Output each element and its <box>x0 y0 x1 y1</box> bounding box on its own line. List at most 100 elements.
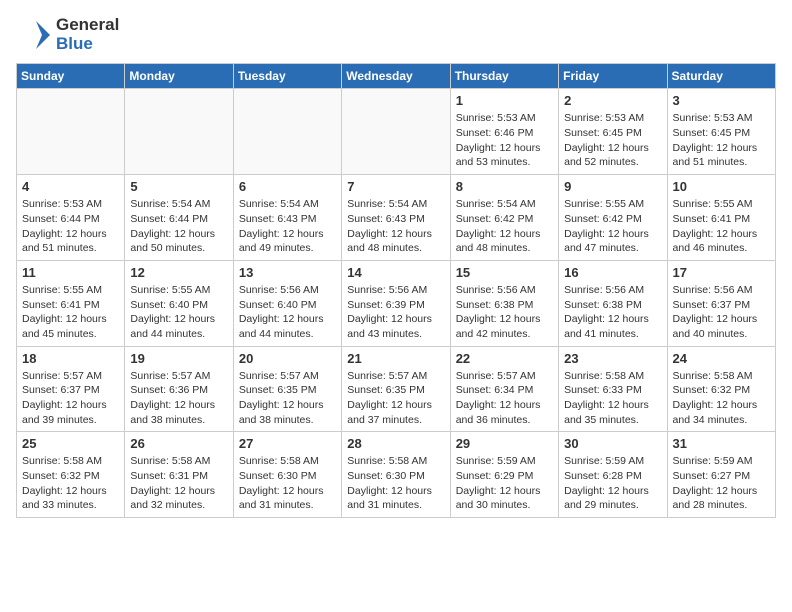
day-info: Sunrise: 5:55 AM Sunset: 6:42 PM Dayligh… <box>564 197 661 256</box>
calendar-cell: 8Sunrise: 5:54 AM Sunset: 6:42 PM Daylig… <box>450 175 558 261</box>
calendar-cell: 18 Sunrise: 5:57 AM Sunset: 6:37 PM Dayli… <box>17 346 125 432</box>
calendar-week-row: 4 Sunrise: 5:53 AM Sunset: 6:44 PM Daylig… <box>17 175 776 261</box>
day-number: 11 <box>22 265 119 280</box>
calendar-cell <box>125 89 233 175</box>
day-info: Sunrise: 5:57 AM Sunset: 6:37 PM Dayligh… <box>22 369 119 428</box>
day-number: 19 <box>130 351 227 366</box>
weekday-header-friday: Friday <box>559 64 667 89</box>
calendar-cell: 31 Sunrise: 5:59 AM Sunset: 6:27 PM Dayli… <box>667 432 775 518</box>
calendar-cell: 23 Sunrise: 5:58 AM Sunset: 6:33 PM Dayli… <box>559 346 667 432</box>
day-info: Sunrise: 5:59 AM Sunset: 6:29 PM Dayligh… <box>456 454 553 513</box>
day-number: 5 <box>130 179 227 194</box>
day-info: Sunrise: 5:59 AM Sunset: 6:27 PM Dayligh… <box>673 454 770 513</box>
calendar-cell: 6 Sunrise: 5:54 AM Sunset: 6:43 PM Daylig… <box>233 175 341 261</box>
calendar-cell <box>17 89 125 175</box>
calendar-week-row: 25 Sunrise: 5:58 AM Sunset: 6:32 PM Dayli… <box>17 432 776 518</box>
day-number: 22 <box>456 351 553 366</box>
day-number: 4 <box>22 179 119 194</box>
calendar-cell <box>233 89 341 175</box>
day-info: Sunrise: 5:56 AM Sunset: 6:39 PM Dayligh… <box>347 283 444 342</box>
calendar-cell: 14 Sunrise: 5:56 AM Sunset: 6:39 PM Dayli… <box>342 260 450 346</box>
weekday-header-saturday: Saturday <box>667 64 775 89</box>
calendar-cell: 12Sunrise: 5:55 AM Sunset: 6:40 PM Dayli… <box>125 260 233 346</box>
day-info: Sunrise: 5:56 AM Sunset: 6:40 PM Dayligh… <box>239 283 336 342</box>
day-number: 13 <box>239 265 336 280</box>
weekday-header-tuesday: Tuesday <box>233 64 341 89</box>
day-number: 18 <box>22 351 119 366</box>
day-number: 9 <box>564 179 661 194</box>
day-number: 16 <box>564 265 661 280</box>
day-number: 2 <box>564 93 661 108</box>
weekday-header-wednesday: Wednesday <box>342 64 450 89</box>
day-number: 24 <box>673 351 770 366</box>
calendar-cell: 26 Sunrise: 5:58 AM Sunset: 6:31 PM Dayli… <box>125 432 233 518</box>
logo-general-text: General <box>56 16 119 35</box>
day-number: 21 <box>347 351 444 366</box>
day-info: Sunrise: 5:57 AM Sunset: 6:35 PM Dayligh… <box>239 369 336 428</box>
day-info: Sunrise: 5:58 AM Sunset: 6:33 PM Dayligh… <box>564 369 661 428</box>
day-info: Sunrise: 5:54 AM Sunset: 6:44 PM Dayligh… <box>130 197 227 256</box>
day-info: Sunrise: 5:55 AM Sunset: 6:41 PM Dayligh… <box>673 197 770 256</box>
day-number: 10 <box>673 179 770 194</box>
day-number: 27 <box>239 436 336 451</box>
weekday-header-sunday: Sunday <box>17 64 125 89</box>
calendar-cell: 25 Sunrise: 5:58 AM Sunset: 6:32 PM Dayli… <box>17 432 125 518</box>
calendar-cell: 30Sunrise: 5:59 AM Sunset: 6:28 PM Dayli… <box>559 432 667 518</box>
day-number: 23 <box>564 351 661 366</box>
day-number: 25 <box>22 436 119 451</box>
day-info: Sunrise: 5:55 AM Sunset: 6:40 PM Dayligh… <box>130 283 227 342</box>
day-number: 3 <box>673 93 770 108</box>
logo-blue-text: Blue <box>56 35 119 54</box>
day-number: 31 <box>673 436 770 451</box>
day-info: Sunrise: 5:56 AM Sunset: 6:38 PM Dayligh… <box>564 283 661 342</box>
calendar-cell: 2 Sunrise: 5:53 AM Sunset: 6:45 PM Daylig… <box>559 89 667 175</box>
weekday-header-monday: Monday <box>125 64 233 89</box>
day-info: Sunrise: 5:53 AM Sunset: 6:46 PM Dayligh… <box>456 111 553 170</box>
day-number: 14 <box>347 265 444 280</box>
calendar-cell: 13 Sunrise: 5:56 AM Sunset: 6:40 PM Dayli… <box>233 260 341 346</box>
calendar-cell: 22Sunrise: 5:57 AM Sunset: 6:34 PM Dayli… <box>450 346 558 432</box>
day-number: 20 <box>239 351 336 366</box>
day-info: Sunrise: 5:57 AM Sunset: 6:36 PM Dayligh… <box>130 369 227 428</box>
day-info: Sunrise: 5:56 AM Sunset: 6:38 PM Dayligh… <box>456 283 553 342</box>
calendar-table: SundayMondayTuesdayWednesdayThursdayFrid… <box>16 63 776 518</box>
calendar-cell: 15 Sunrise: 5:56 AM Sunset: 6:38 PM Dayli… <box>450 260 558 346</box>
calendar-cell: 29Sunrise: 5:59 AM Sunset: 6:29 PM Dayli… <box>450 432 558 518</box>
calendar-cell: 4 Sunrise: 5:53 AM Sunset: 6:44 PM Daylig… <box>17 175 125 261</box>
day-info: Sunrise: 5:58 AM Sunset: 6:32 PM Dayligh… <box>673 369 770 428</box>
calendar-cell: 17Sunrise: 5:56 AM Sunset: 6:37 PM Dayli… <box>667 260 775 346</box>
calendar-week-row: 11Sunrise: 5:55 AM Sunset: 6:41 PM Dayli… <box>17 260 776 346</box>
day-info: Sunrise: 5:54 AM Sunset: 6:43 PM Dayligh… <box>239 197 336 256</box>
calendar-cell: 20 Sunrise: 5:57 AM Sunset: 6:35 PM Dayli… <box>233 346 341 432</box>
logo: GeneralBlue <box>16 16 119 53</box>
day-number: 26 <box>130 436 227 451</box>
page-header: GeneralBlue <box>16 16 776 53</box>
calendar-cell: 24 Sunrise: 5:58 AM Sunset: 6:32 PM Dayli… <box>667 346 775 432</box>
calendar-cell: 16 Sunrise: 5:56 AM Sunset: 6:38 PM Dayli… <box>559 260 667 346</box>
calendar-cell: 9 Sunrise: 5:55 AM Sunset: 6:42 PM Daylig… <box>559 175 667 261</box>
calendar-cell <box>342 89 450 175</box>
calendar-week-row: 1Sunrise: 5:53 AM Sunset: 6:46 PM Daylig… <box>17 89 776 175</box>
day-number: 15 <box>456 265 553 280</box>
calendar-cell: 7 Sunrise: 5:54 AM Sunset: 6:43 PM Daylig… <box>342 175 450 261</box>
logo-icon <box>16 17 52 53</box>
day-info: Sunrise: 5:58 AM Sunset: 6:32 PM Dayligh… <box>22 454 119 513</box>
weekday-header-row: SundayMondayTuesdayWednesdayThursdayFrid… <box>17 64 776 89</box>
day-info: Sunrise: 5:53 AM Sunset: 6:44 PM Dayligh… <box>22 197 119 256</box>
day-info: Sunrise: 5:53 AM Sunset: 6:45 PM Dayligh… <box>673 111 770 170</box>
day-info: Sunrise: 5:54 AM Sunset: 6:43 PM Dayligh… <box>347 197 444 256</box>
calendar-cell: 21Sunrise: 5:57 AM Sunset: 6:35 PM Dayli… <box>342 346 450 432</box>
calendar-cell: 5 Sunrise: 5:54 AM Sunset: 6:44 PM Daylig… <box>125 175 233 261</box>
calendar-cell: 3 Sunrise: 5:53 AM Sunset: 6:45 PM Daylig… <box>667 89 775 175</box>
calendar-week-row: 18 Sunrise: 5:57 AM Sunset: 6:37 PM Dayli… <box>17 346 776 432</box>
day-info: Sunrise: 5:56 AM Sunset: 6:37 PM Dayligh… <box>673 283 770 342</box>
calendar-cell: 28Sunrise: 5:58 AM Sunset: 6:30 PM Dayli… <box>342 432 450 518</box>
day-info: Sunrise: 5:58 AM Sunset: 6:30 PM Dayligh… <box>347 454 444 513</box>
day-number: 7 <box>347 179 444 194</box>
day-info: Sunrise: 5:58 AM Sunset: 6:31 PM Dayligh… <box>130 454 227 513</box>
day-number: 6 <box>239 179 336 194</box>
calendar-cell: 1Sunrise: 5:53 AM Sunset: 6:46 PM Daylig… <box>450 89 558 175</box>
day-info: Sunrise: 5:53 AM Sunset: 6:45 PM Dayligh… <box>564 111 661 170</box>
calendar-cell: 11Sunrise: 5:55 AM Sunset: 6:41 PM Dayli… <box>17 260 125 346</box>
calendar-cell: 10 Sunrise: 5:55 AM Sunset: 6:41 PM Dayli… <box>667 175 775 261</box>
